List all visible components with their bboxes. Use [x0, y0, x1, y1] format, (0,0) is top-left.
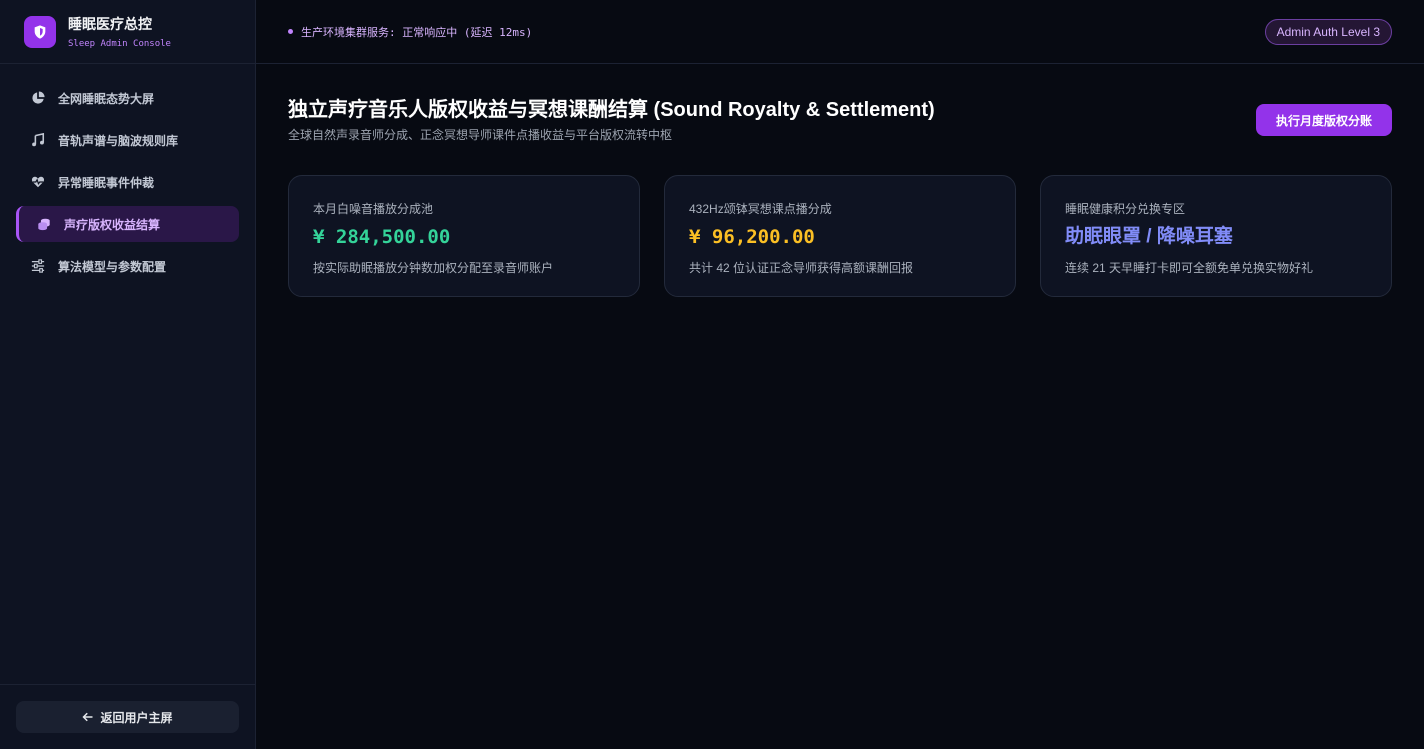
pie-chart-icon	[30, 90, 46, 106]
page-title: 独立声疗音乐人版权收益与冥想课酬结算 (Sound Royalty & Sett…	[288, 99, 935, 121]
coins-icon	[36, 216, 52, 232]
card-label: 432Hz颂钵冥想课点播分成	[689, 202, 832, 216]
sidebar-item-algorithm-config[interactable]: 算法模型与参数配置	[16, 248, 239, 284]
cluster-status-text: 生产环境集群服务: 正常响应中 (延迟 12ms)	[301, 25, 533, 39]
card-desc: 共计 42 位认证正念导师获得高额课酬回报	[689, 261, 914, 275]
card-white-noise-pool: 本月白噪音播放分成池 ¥ 284,500.00 按实际助眠播放分钟数加权分配至录…	[288, 175, 640, 297]
card-meditation-course-share: 432Hz颂钵冥想课点播分成 ¥ 96,200.00 共计 42 位认证正念导师…	[664, 175, 1016, 297]
cluster-status: 生产环境集群服务: 正常响应中 (延迟 12ms)	[288, 24, 532, 40]
back-to-user-home-button[interactable]: 返回用户主屏	[16, 701, 239, 733]
sidebar-nav: 全网睡眠态势大屏 音轨声谱与脑波规则库 异常睡眠事件仲裁 声疗版权收益结算 算法…	[0, 64, 255, 306]
card-value: ¥ 96,200.00	[689, 226, 815, 248]
card-label: 本月白噪音播放分成池	[313, 202, 434, 216]
arrow-left-icon	[82, 711, 94, 723]
sidebar-item-label: 算法模型与参数配置	[58, 259, 167, 274]
card-desc: 按实际助眠播放分钟数加权分配至录音师账户	[313, 261, 554, 275]
topbar: 生产环境集群服务: 正常响应中 (延迟 12ms) Admin Auth Lev…	[256, 0, 1424, 64]
sidebar-item-label: 声疗版权收益结算	[64, 217, 161, 232]
sidebar-item-sleep-arbitration[interactable]: 异常睡眠事件仲裁	[16, 164, 239, 200]
card-value: 助眠眼罩 / 降噪耳塞	[1065, 226, 1233, 247]
page-subtitle: 全球自然声录音师分成、正念冥想导师课件点播收益与平台版权流转中枢	[288, 128, 673, 142]
card-value: ¥ 284,500.00	[313, 226, 451, 248]
sidebar-item-label: 全网睡眠态势大屏	[58, 91, 155, 106]
status-dot-icon	[288, 29, 293, 34]
heart-pulse-icon	[30, 174, 46, 190]
shield-logo-icon	[24, 15, 56, 48]
sidebar-item-label: 音轨声谱与脑波规则库	[58, 133, 179, 148]
sidebar-item-royalty-settlement[interactable]: 声疗版权收益结算	[16, 206, 239, 242]
brand: 睡眠医疗总控 Sleep Admin Console	[0, 0, 255, 64]
sidebar-item-sleep-dashboard[interactable]: 全网睡眠态势大屏	[16, 80, 239, 116]
sliders-icon	[30, 258, 46, 274]
sidebar-footer: 返回用户主屏	[0, 684, 255, 749]
admin-auth-badge: Admin Auth Level 3	[1264, 18, 1392, 45]
sidebar-item-label: 异常睡眠事件仲裁	[58, 175, 155, 190]
run-monthly-royalty-split-button[interactable]: 执行月度版权分账	[1255, 104, 1392, 136]
card-label: 睡眠健康积分兑换专区	[1065, 202, 1186, 216]
brand-title: 睡眠医疗总控	[68, 15, 152, 32]
sidebar-item-audio-library[interactable]: 音轨声谱与脑波规则库	[16, 122, 239, 158]
brand-subtitle: Sleep Admin Console	[68, 38, 171, 49]
card-desc: 连续 21 天早睡打卡即可全额免单兑换实物好礼	[1065, 261, 1314, 275]
card-sleep-points-exchange: 睡眠健康积分兑换专区 助眠眼罩 / 降噪耳塞 连续 21 天早睡打卡即可全额免单…	[1040, 175, 1392, 297]
summary-cards: 本月白噪音播放分成池 ¥ 284,500.00 按实际助眠播放分钟数加权分配至录…	[288, 175, 1392, 297]
sidebar: 睡眠医疗总控 Sleep Admin Console 全网睡眠态势大屏 音轨声谱…	[0, 0, 256, 749]
main-content: 独立声疗音乐人版权收益与冥想课酬结算 (Sound Royalty & Sett…	[288, 96, 1392, 297]
back-button-label: 返回用户主屏	[100, 710, 173, 725]
music-icon	[30, 132, 46, 148]
